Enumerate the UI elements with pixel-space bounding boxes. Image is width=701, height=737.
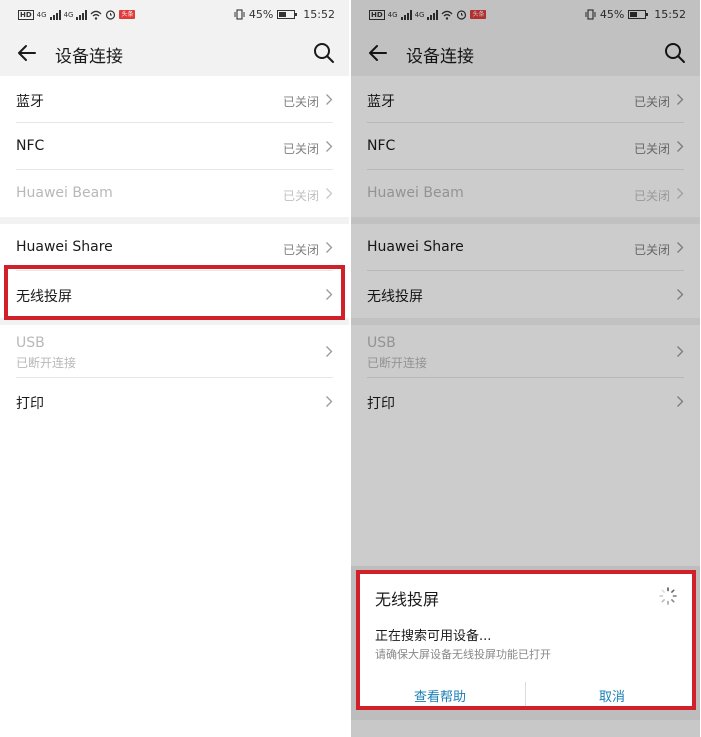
wifi-icon [90, 10, 102, 20]
settings-group-3: USB 已断开连接 打印 [0, 325, 349, 425]
dialog-hint: 请确保大屏设备无线投屏功能已打开 [375, 648, 551, 661]
highlight-box [4, 265, 345, 320]
settings-screen-right: HD 4G 4G 头条 45% 15:52 设备连接 蓝牙 已关闭 NFC 已关… [351, 0, 700, 737]
settings-item-nfc[interactable]: NFC 已关闭 [0, 123, 349, 170]
hd-badge: HD [18, 9, 34, 20]
status-bar: HD 4G 4G 头条 45% 15:52 [0, 0, 349, 30]
loading-spinner-icon [659, 587, 677, 605]
battery-icon [277, 10, 298, 19]
bottom-strip [351, 720, 700, 737]
settings-item-print[interactable]: 打印 [0, 378, 349, 425]
chevron-right-icon [326, 94, 333, 105]
arrow-left-icon[interactable] [14, 40, 40, 66]
settings-item-label: Huawei Share [16, 239, 113, 255]
clock: 15:52 [303, 8, 335, 21]
network-label: 4G [36, 10, 47, 19]
settings-item-status: 已关闭 [282, 95, 319, 109]
cancel-button[interactable]: 取消 [532, 686, 692, 705]
modal-scrim[interactable] [351, 0, 700, 566]
alarm-icon [106, 10, 116, 20]
wireless-projection-dialog: 无线投屏 正在搜索可用设备... 请确保大屏设备无线投屏功能已打开 查看帮助 取… [356, 570, 696, 710]
settings-item-status: 已关闭 [282, 243, 319, 257]
chevron-right-icon [326, 396, 333, 407]
settings-group-1: 蓝牙 已关闭 NFC 已关闭 Huawei Beam 已关闭 [0, 76, 349, 217]
settings-item-label: USB [16, 335, 45, 351]
chevron-right-icon [326, 141, 333, 152]
settings-item-label: 打印 [16, 396, 44, 412]
settings-item-subtitle: 已断开连接 [16, 356, 77, 370]
settings-item-huawei-beam: Huawei Beam 已关闭 [0, 170, 349, 217]
settings-item-label: Huawei Beam [16, 185, 113, 201]
network-label-2: 4G [63, 10, 74, 19]
app-bar: 设备连接 [0, 30, 349, 76]
chevron-right-icon [326, 242, 333, 253]
button-divider [525, 682, 526, 706]
settings-item-status: 已关闭 [282, 142, 319, 156]
search-icon[interactable] [311, 40, 337, 66]
vibrate-icon [234, 9, 245, 20]
dialog-title: 无线投屏 [375, 590, 440, 609]
settings-item-label: 蓝牙 [16, 94, 44, 110]
settings-item-status: 已关闭 [282, 189, 319, 203]
dialog-message: 正在搜索可用设备... [375, 629, 492, 644]
page-title: 设备连接 [55, 47, 123, 67]
news-badge: 头条 [119, 10, 136, 19]
settings-item-usb: USB 已断开连接 [0, 325, 349, 378]
signal-icon [49, 9, 61, 20]
settings-item-bluetooth[interactable]: 蓝牙 已关闭 [0, 76, 349, 123]
chevron-right-icon [326, 346, 333, 357]
settings-item-huawei-share[interactable]: Huawei Share 已关闭 [0, 224, 349, 271]
settings-screen-left: HD 4G 4G 头条 45% 15:52 设备连接 蓝牙 已关闭 NFC 已关… [0, 0, 349, 737]
signal-icon-2 [76, 9, 88, 20]
settings-item-label: NFC [16, 138, 45, 154]
battery-percent: 45% [248, 8, 274, 21]
help-button[interactable]: 查看帮助 [360, 686, 520, 705]
chevron-right-icon [326, 188, 333, 199]
